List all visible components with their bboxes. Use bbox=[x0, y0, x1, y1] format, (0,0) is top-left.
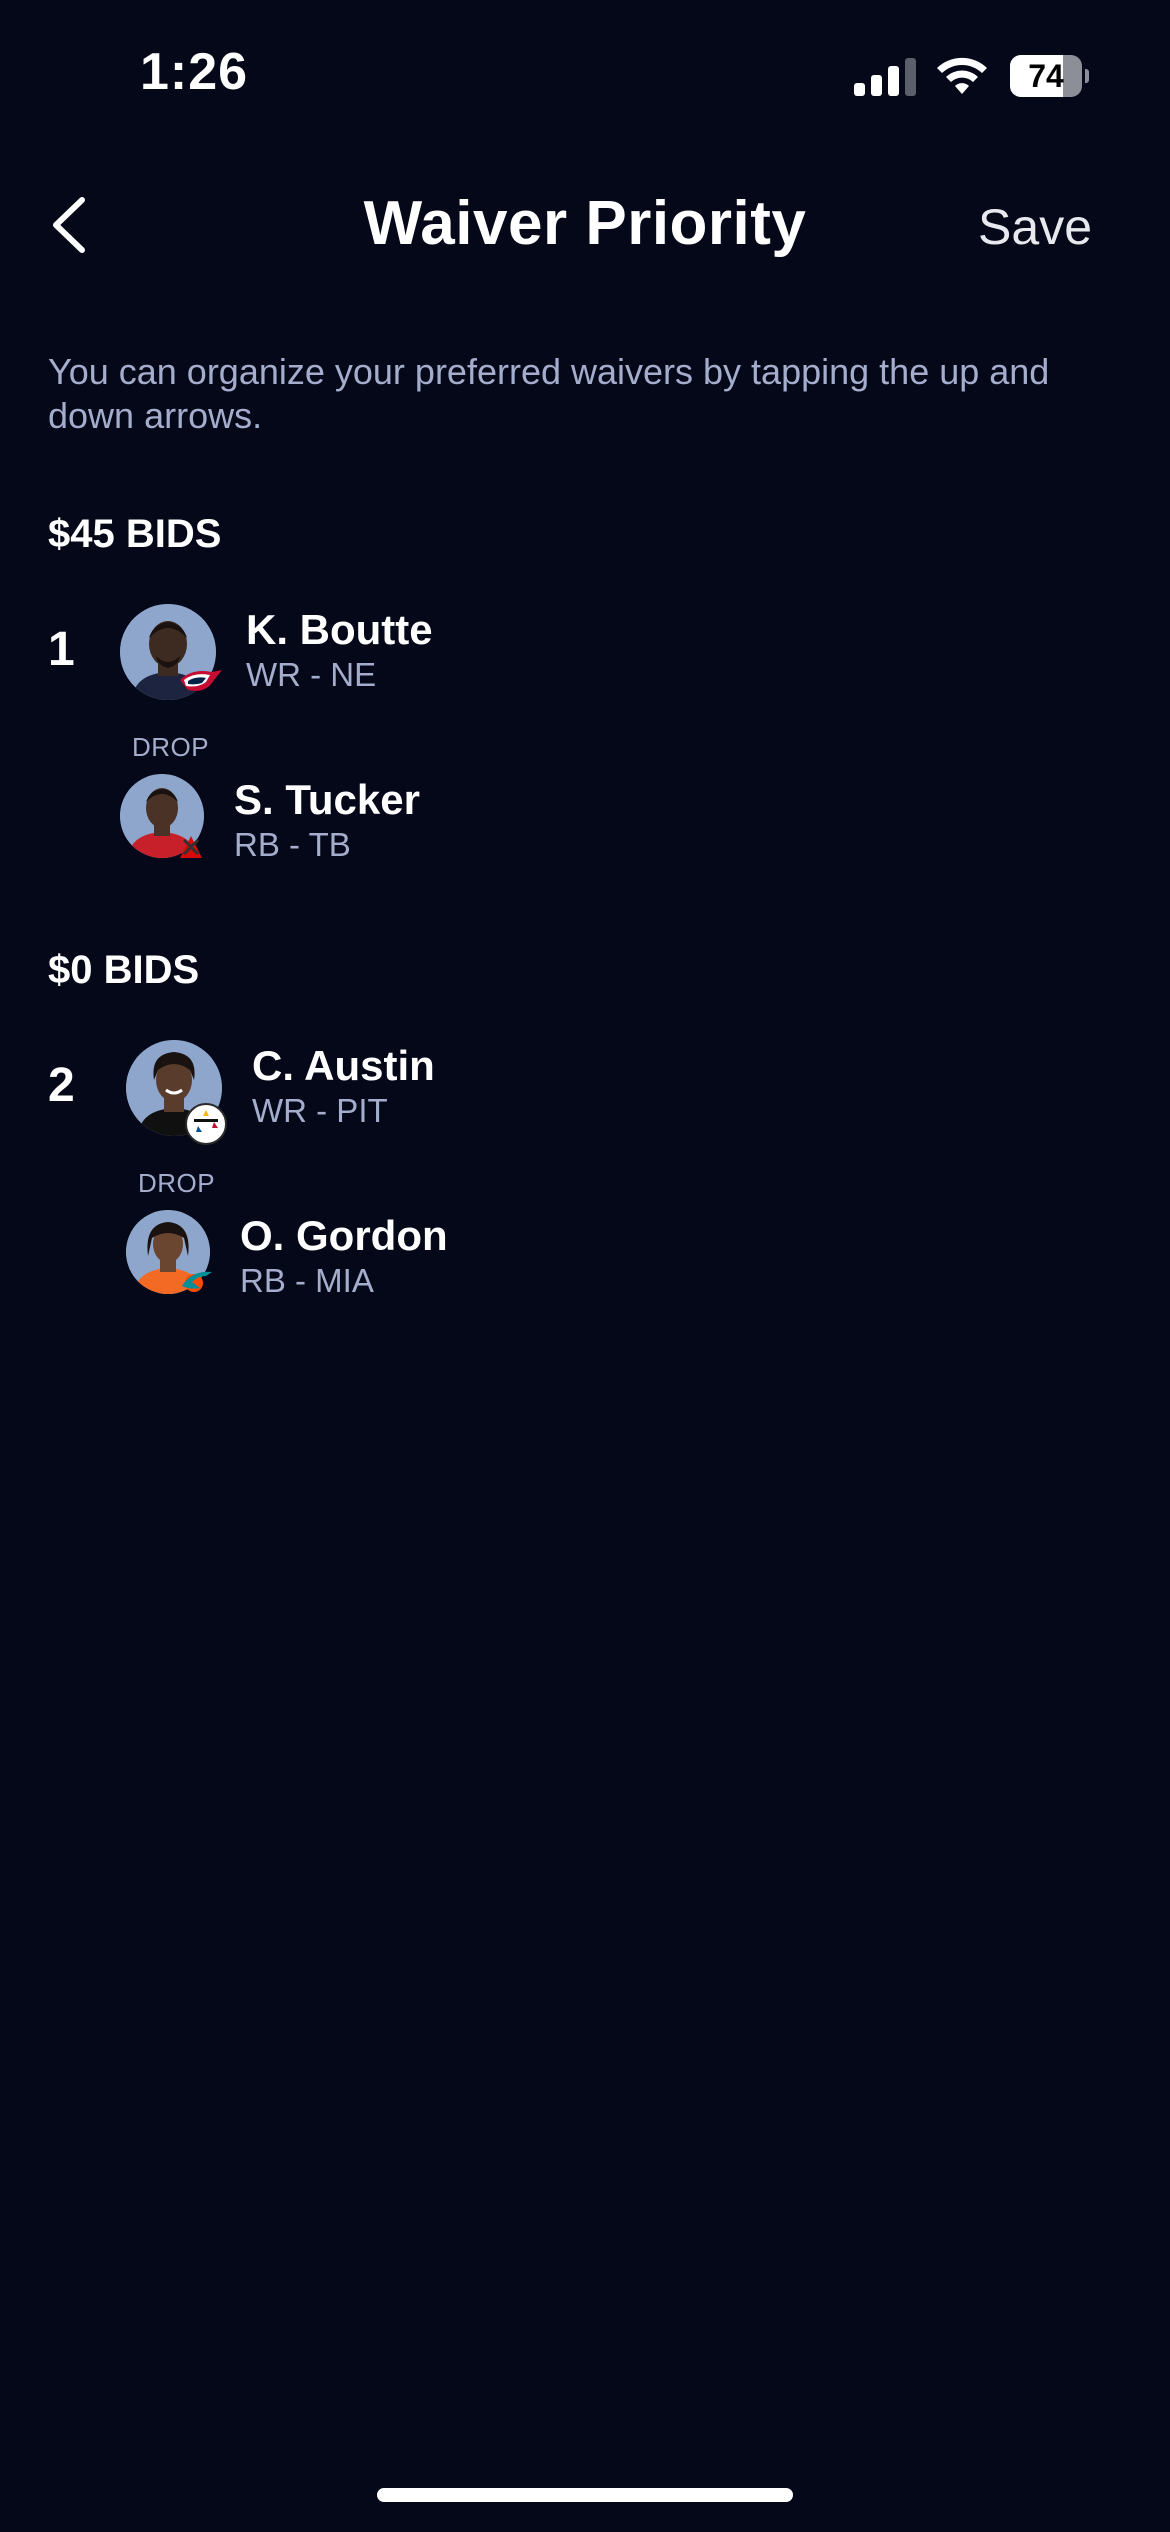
player-name: O. Gordon bbox=[240, 1212, 448, 1259]
bid-group-title: $45 BIDS bbox=[48, 512, 222, 556]
player-avatar[interactable] bbox=[120, 604, 222, 700]
player-avatar[interactable] bbox=[126, 1040, 227, 1145]
bid-group-title: $0 BIDS bbox=[48, 948, 200, 992]
drop-label: DROP bbox=[138, 1168, 216, 1198]
wifi-icon bbox=[936, 56, 988, 96]
player-position: WR - PIT bbox=[252, 1092, 388, 1129]
player-name: C. Austin bbox=[252, 1042, 435, 1089]
status-time: 1:26 bbox=[140, 43, 249, 101]
priority-rank: 1 bbox=[48, 623, 75, 676]
battery-level: 74 bbox=[1028, 58, 1064, 94]
player-avatar[interactable] bbox=[120, 774, 204, 858]
dolphins-logo-icon bbox=[182, 1271, 212, 1292]
player-position: WR - NE bbox=[246, 656, 377, 693]
player-position: RB - TB bbox=[234, 826, 351, 863]
status-bar: 1:26 74 bbox=[0, 0, 1170, 150]
navigation-bar: Waiver Priority Save bbox=[0, 170, 1170, 280]
patriots-logo-icon bbox=[180, 670, 222, 691]
battery-icon: 74 bbox=[1010, 55, 1089, 97]
steelers-logo-icon bbox=[185, 1103, 227, 1145]
player-name: K. Boutte bbox=[246, 606, 433, 653]
cellular-signal-icon bbox=[854, 54, 916, 96]
priority-rank: 2 bbox=[48, 1059, 75, 1112]
player-avatar[interactable] bbox=[126, 1210, 212, 1294]
buccaneers-logo-icon bbox=[180, 836, 202, 858]
player-position: RB - MIA bbox=[240, 1262, 374, 1299]
home-indicator[interactable] bbox=[377, 2488, 793, 2502]
instructions-text: You can organize your preferred waivers … bbox=[48, 351, 1050, 436]
drop-label: DROP bbox=[132, 732, 210, 762]
player-name: S. Tucker bbox=[234, 776, 420, 823]
save-button[interactable]: Save bbox=[978, 198, 1092, 256]
